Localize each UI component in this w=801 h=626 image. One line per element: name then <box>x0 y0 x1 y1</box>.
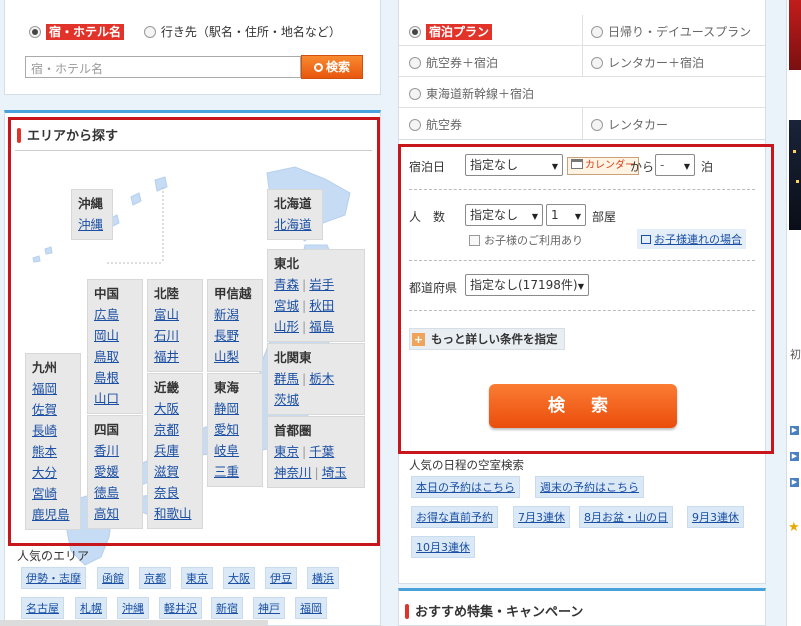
schedule-tag[interactable]: 本日の予約はこちら <box>411 476 520 498</box>
hotel-search-button-label: 検索 <box>325 60 350 74</box>
popular-area-tag[interactable]: 沖縄 <box>117 597 149 619</box>
plan-option-stay[interactable]: 宿泊プラン <box>409 23 493 40</box>
radio-car-stay[interactable] <box>591 57 603 69</box>
plan-option-car[interactable]: レンタカー <box>591 116 668 133</box>
bottom-scroll-track <box>0 620 268 626</box>
plan-option-dayuse[interactable]: 日帰り・デイユースプラン <box>591 23 751 40</box>
plan-option-air[interactable]: 航空券 <box>409 116 462 133</box>
hotel-radio-group: 宿・ホテル名 行き先（駅名・住所・地名など） <box>29 23 341 40</box>
popular-area-tag[interactable]: 名古屋 <box>21 597 64 619</box>
title-marker <box>405 604 409 619</box>
schedule-tag[interactable]: 7月3連休 <box>513 506 570 528</box>
campaign-title: おすすめ特集・キャンペーン <box>405 601 583 620</box>
form-highlight-frame <box>398 144 774 454</box>
plan-option-label: 宿泊プラン <box>426 24 493 40</box>
star-icon: ★ <box>788 520 800 535</box>
radio-dayuse[interactable] <box>591 26 603 38</box>
radio-destination[interactable] <box>143 26 156 38</box>
radio-destination-label[interactable]: 行き先（駅名・住所・地名など） <box>161 25 341 39</box>
light-dot <box>793 150 796 153</box>
popular-area-tag[interactable]: 伊勢・志摩 <box>21 567 86 589</box>
popular-area-tag[interactable]: 札幌 <box>75 597 107 619</box>
plan-col-divider <box>582 15 583 77</box>
radio-shinkansen-stay[interactable] <box>409 88 421 100</box>
radio-car[interactable] <box>591 119 603 131</box>
arrow-icon[interactable]: ▶ <box>790 452 799 461</box>
plan-panel: 宿泊プラン 日帰り・デイユースプラン 航空券＋宿泊 レンタカー＋宿泊 東海道新幹… <box>398 0 766 140</box>
arrow-icon[interactable]: ▶ <box>790 478 799 487</box>
hotel-search-button[interactable]: 検索 <box>301 55 363 79</box>
plan-option-label: レンタカー＋宿泊 <box>608 56 705 70</box>
radio-hotel-name-label[interactable]: 宿・ホテル名 <box>46 24 125 40</box>
plan-option-car-stay[interactable]: レンタカー＋宿泊 <box>591 54 704 71</box>
banner-image-top <box>789 0 801 70</box>
right-column: 初 ▶ ▶ ▶ ★ <box>786 0 801 626</box>
plan-option-label: レンタカー <box>608 118 669 132</box>
campaign-title-text: おすすめ特集・キャンペーン <box>415 605 584 620</box>
popular-area-tag[interactable]: 横浜 <box>307 567 339 589</box>
popular-area-tag[interactable]: 新宿 <box>211 597 243 619</box>
plan-option-label: 航空券＋宿泊 <box>426 56 499 70</box>
plan-option-air-stay[interactable]: 航空券＋宿泊 <box>409 54 498 71</box>
campaign-panel: おすすめ特集・キャンペーン <box>398 588 766 626</box>
popular-area-tag[interactable]: 軽井沢 <box>159 597 202 619</box>
arrow-icon[interactable]: ▶ <box>790 426 799 435</box>
hotel-search-panel: 宿・ホテル名 行き先（駅名・住所・地名など） 宿・ホテル名 検索 <box>4 0 381 95</box>
banner-image-dark <box>789 120 801 230</box>
popular-area-tag[interactable]: 福岡 <box>295 597 327 619</box>
plan-grid: 宿泊プラン 日帰り・デイユースプラン 航空券＋宿泊 レンタカー＋宿泊 東海道新幹… <box>399 15 765 139</box>
popular-area-tag[interactable]: 京都 <box>139 567 171 589</box>
plan-col-divider <box>582 108 583 139</box>
popular-area-tag[interactable]: 東京 <box>181 567 213 589</box>
hotel-name-input[interactable]: 宿・ホテル名 <box>25 56 301 78</box>
plan-option-label: 航空券 <box>426 118 463 132</box>
light-dot <box>796 180 799 183</box>
schedule-section: 人気の日程の空室検索 本日の予約はこちら 週末の予約はこちら お得な直前予約 7… <box>398 454 766 584</box>
schedule-title: 人気の日程の空室検索 <box>409 458 524 472</box>
right-text: 初 <box>790 348 801 361</box>
schedule-tag[interactable]: 10月3連休 <box>411 536 475 558</box>
popular-area-title: 人気のエリア <box>17 549 90 563</box>
plan-option-label: 日帰り・デイユースプラン <box>608 25 752 39</box>
schedule-tag[interactable]: 週末の予約はこちら <box>535 476 644 498</box>
popular-area-tag[interactable]: 大阪 <box>223 567 255 589</box>
schedule-tag[interactable]: 8月お盆・山の日 <box>579 506 673 528</box>
radio-hotel-name[interactable] <box>29 26 41 38</box>
schedule-tag[interactable]: 9月3連休 <box>687 506 744 528</box>
area-highlight-frame <box>8 117 380 546</box>
radio-air-stay[interactable] <box>409 57 421 69</box>
plan-option-shinkansen-stay[interactable]: 東海道新幹線＋宿泊 <box>409 85 534 102</box>
radio-stay-plan[interactable] <box>409 26 421 38</box>
radio-air[interactable] <box>409 119 421 131</box>
search-icon <box>313 63 323 72</box>
schedule-tag[interactable]: お得な直前予約 <box>411 506 498 528</box>
popular-area-tag[interactable]: 伊豆 <box>265 567 297 589</box>
popular-area-tag[interactable]: 函館 <box>97 567 129 589</box>
popular-area-tag[interactable]: 神戸 <box>253 597 285 619</box>
plan-option-label: 東海道新幹線＋宿泊 <box>426 87 535 101</box>
